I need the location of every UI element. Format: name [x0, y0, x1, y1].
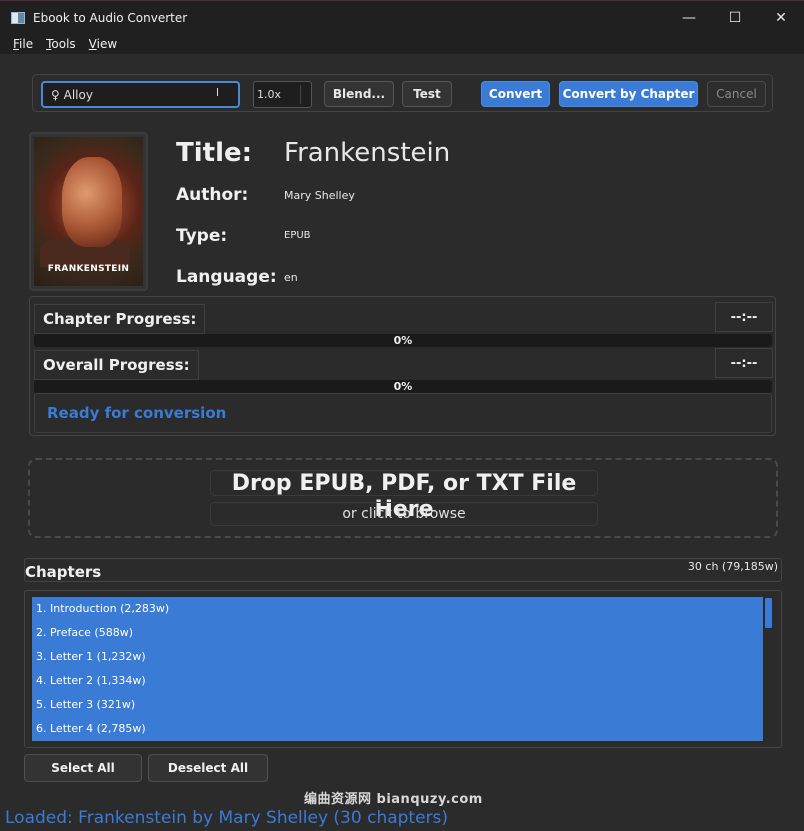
menu-tools[interactable]: Tools — [46, 37, 76, 51]
overall-time: --:-- — [715, 348, 773, 378]
chapter-time: --:-- — [715, 302, 773, 332]
progress-panel: Chapter Progress: --:-- 0% Overall Progr… — [29, 296, 776, 436]
minimize-icon[interactable]: — — [666, 1, 712, 35]
cover-image: FRANKENSTEIN — [34, 137, 143, 286]
chapter-list[interactable]: 1. Introduction (2,283w) 2. Preface (588… — [32, 597, 763, 741]
speed-spinbox[interactable]: 1.0x — [253, 81, 312, 108]
book-cover: FRANKENSTEIN — [29, 132, 148, 291]
chapters-count: 30 ch (79,185w) — [687, 560, 778, 573]
book-language: en — [284, 271, 298, 284]
voice-value: ♀ Alloy — [51, 88, 93, 102]
maximize-icon[interactable]: ☐ — [712, 1, 758, 35]
menu-bar: File Tools View — [0, 34, 804, 54]
convert-by-chapter-button[interactable]: Convert by Chapter — [559, 81, 698, 107]
test-button[interactable]: Test — [402, 81, 452, 107]
chapters-title: Chapters — [25, 563, 102, 581]
chapters-header: Chapters 30 ch (79,185w) — [24, 558, 782, 582]
chapter-item[interactable]: 6. Letter 4 (2,785w) — [32, 717, 763, 741]
cover-text: FRANKENSTEIN — [47, 264, 130, 274]
chapter-progress-bar: 0% — [34, 334, 772, 347]
window-controls: — ☐ ✕ — [666, 1, 804, 35]
text-caret — [217, 88, 218, 96]
cancel-button[interactable]: Cancel — [707, 81, 766, 107]
drop-zone-title: Drop EPUB, PDF, or TXT File Here — [210, 470, 598, 522]
chapter-item[interactable]: 2. Preface (588w) — [32, 621, 763, 645]
overall-progress-label: Overall Progress: — [34, 350, 199, 380]
spin-arrows-icon[interactable] — [300, 85, 309, 104]
title-label: Title: — [176, 138, 253, 168]
chapter-progress-percent: 0% — [393, 334, 413, 347]
watermark: 编曲资源网 bianquzy.com — [304, 792, 483, 807]
menu-file[interactable]: File — [13, 37, 33, 51]
book-type: EPUB — [284, 230, 311, 241]
chapter-item[interactable]: 4. Letter 2 (1,334w) — [32, 669, 763, 693]
chapter-progress-label: Chapter Progress: — [34, 304, 206, 334]
type-label: Type: — [176, 226, 228, 246]
voice-selector[interactable]: ♀ Alloy — [41, 81, 240, 108]
drop-zone-subtitle: or click to browse — [210, 502, 598, 526]
chapter-item[interactable]: 5. Letter 3 (321w) — [32, 693, 763, 717]
overall-progress-percent: 0% — [393, 380, 413, 393]
close-icon[interactable]: ✕ — [758, 1, 804, 35]
blend-button[interactable]: Blend... — [324, 81, 394, 107]
menu-view[interactable]: View — [89, 37, 117, 51]
author-label: Author: — [176, 185, 249, 205]
chapter-list-frame: 1. Introduction (2,283w) 2. Preface (588… — [24, 590, 782, 748]
select-all-button[interactable]: Select All — [24, 754, 142, 782]
convert-button[interactable]: Convert — [481, 81, 550, 107]
cover-face — [62, 157, 122, 247]
chapter-item[interactable]: 1. Introduction (2,283w) — [32, 597, 763, 621]
speed-value: 1.0x — [257, 88, 282, 101]
status-bar: Loaded: Frankenstein by Mary Shelley (30… — [5, 808, 449, 828]
book-title: Frankenstein — [284, 138, 451, 168]
toolbar: ♀ Alloy 1.0x Blend... Test Convert Conve… — [32, 74, 773, 112]
deselect-all-button[interactable]: Deselect All — [148, 754, 268, 782]
window-title: Ebook to Audio Converter — [33, 10, 188, 25]
file-drop-zone[interactable]: Drop EPUB, PDF, or TXT File Here or clic… — [28, 458, 778, 538]
chapter-item[interactable]: 3. Letter 1 (1,232w) — [32, 645, 763, 669]
language-label: Language: — [176, 267, 277, 287]
book-author: Mary Shelley — [284, 189, 355, 202]
scrollbar-thumb[interactable] — [765, 598, 772, 628]
title-bar: Ebook to Audio Converter — ☐ ✕ — [0, 0, 804, 34]
app-icon — [11, 11, 25, 24]
overall-progress-bar: 0% — [34, 380, 772, 393]
status-message: Ready for conversion — [34, 393, 772, 433]
